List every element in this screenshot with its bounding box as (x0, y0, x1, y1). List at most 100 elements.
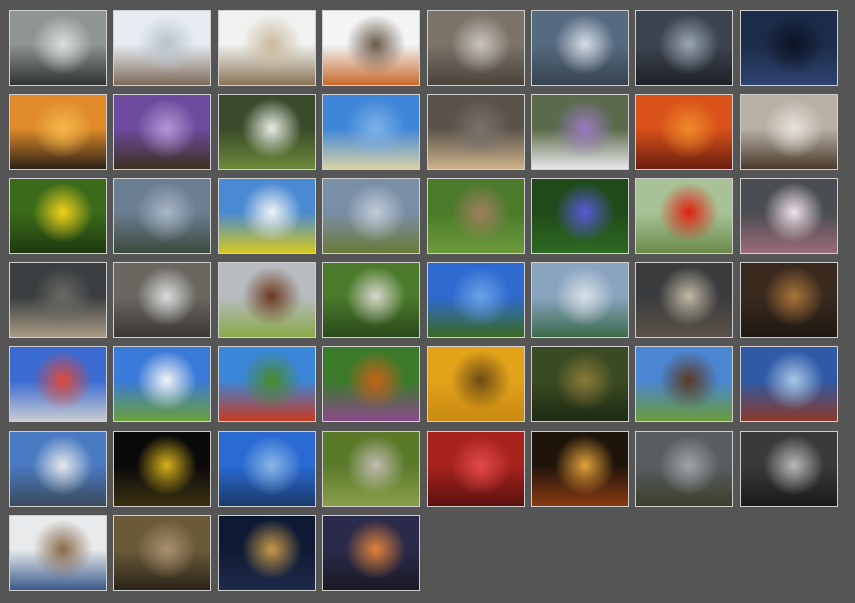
thumbnail-image (114, 11, 210, 85)
photo-thumbnail[interactable]: Boots and toys black and white (740, 431, 838, 507)
photo-thumbnail[interactable]: Jay in snow (9, 515, 107, 591)
thumbnail-image (636, 347, 732, 421)
photo-thumbnail[interactable]: Fountain on square (113, 262, 211, 338)
thumbnail-image (323, 179, 419, 253)
thumbnail-image (323, 516, 419, 590)
photo-thumbnail[interactable]: Blossoming twig (740, 94, 838, 170)
thumbnail-image (114, 179, 210, 253)
photo-thumbnail[interactable]: Purple crocus (113, 94, 211, 170)
thumbnail-image (636, 179, 732, 253)
thumbnail-image (114, 263, 210, 337)
photo-thumbnail[interactable]: Apple tree (218, 346, 316, 422)
thumbnail-image (323, 11, 419, 85)
photo-thumbnail[interactable]: Ice bubble on ice (531, 10, 629, 86)
thumbnail-image (636, 11, 732, 85)
photo-thumbnail[interactable]: Dandelion (9, 178, 107, 254)
photo-thumbnail[interactable]: Highland cow (635, 346, 733, 422)
photo-thumbnail[interactable]: Rock cliff by river (322, 262, 420, 338)
thumbnail-image (10, 95, 106, 169)
thumbnail-image (10, 516, 106, 590)
photo-thumbnail[interactable]: Tree with berries (531, 346, 629, 422)
photo-thumbnail[interactable]: Bare branches (113, 515, 211, 591)
thumbnail-image (532, 263, 628, 337)
photo-thumbnail[interactable]: Ducks in enclosure (9, 262, 107, 338)
thumbnail-image (114, 95, 210, 169)
photo-thumbnail[interactable]: Snow covered grass (218, 10, 316, 86)
thumbnail-image (219, 347, 315, 421)
thumbnail-image (219, 11, 315, 85)
photo-thumbnail[interactable]: Snowdrops (218, 94, 316, 170)
thumbnail-image (10, 11, 106, 85)
photo-thumbnail[interactable]: Catkin against blue sky (322, 94, 420, 170)
thumbnail-image (532, 432, 628, 506)
photo-thumbnail[interactable]: Castle on hill (427, 262, 525, 338)
photo-thumbnail[interactable]: Twig on bark (427, 94, 525, 170)
photo-thumbnail[interactable]: Icy water reflection (635, 10, 733, 86)
thumbnail-image (114, 516, 210, 590)
photo-thumbnail[interactable]: Greyhound on grass (427, 178, 525, 254)
photo-thumbnail[interactable]: Boat in harbour (9, 431, 107, 507)
photo-thumbnail[interactable]: Glass greenhouse (531, 262, 629, 338)
thumbnail-image (323, 95, 419, 169)
photo-thumbnail[interactable]: Night sky with moon (740, 10, 838, 86)
photo-thumbnail[interactable]: Red poppy (635, 178, 733, 254)
photo-thumbnail[interactable]: Lake reflection (218, 431, 316, 507)
photo-thumbnail[interactable]: Yellow plane on field (113, 346, 211, 422)
photo-thumbnail[interactable]: Pasque flower (531, 94, 629, 170)
photo-thumbnail[interactable]: Hanging lanterns (9, 346, 107, 422)
photo-thumbnail[interactable]: Sunset over hills (9, 94, 107, 170)
photo-thumbnail[interactable]: Yellow leaves at night (113, 431, 211, 507)
thumbnail-image (428, 263, 524, 337)
photo-thumbnail[interactable]: Robin in snow (322, 10, 420, 86)
thumbnail-image (532, 11, 628, 85)
thumbnail-image (323, 263, 419, 337)
photo-thumbnail[interactable]: Rainbow over landscape (322, 178, 420, 254)
photo-thumbnail[interactable]: Tower at night (218, 515, 316, 591)
thumbnail-image (741, 432, 837, 506)
photo-thumbnail[interactable]: Cafe interior (740, 262, 838, 338)
photo-thumbnail[interactable]: Dusk with silhouette trees (322, 515, 420, 591)
photo-thumbnail[interactable]: Coneflower with bee (322, 346, 420, 422)
thumbnail-image (219, 179, 315, 253)
photo-thumbnail[interactable]: Overcast landscape (635, 431, 733, 507)
thumbnail-image (428, 95, 524, 169)
thumbnail-image (219, 263, 315, 337)
photo-gallery-grid: Snowy riverbank with treesFrosted branch… (0, 0, 855, 603)
photo-thumbnail[interactable]: Christmas lights (531, 431, 629, 507)
photo-thumbnail[interactable]: Orange tulip (635, 94, 733, 170)
thumbnail-image (219, 432, 315, 506)
thumbnail-image (532, 95, 628, 169)
thumbnail-image (532, 179, 628, 253)
thumbnail-image (428, 347, 524, 421)
photo-thumbnail[interactable]: Red autumn leaves (427, 431, 525, 507)
thumbnail-image (741, 11, 837, 85)
thumbnail-image (741, 347, 837, 421)
photo-thumbnail[interactable]: Clouds over rapeseed field (218, 178, 316, 254)
thumbnail-image (10, 347, 106, 421)
thumbnail-image (636, 263, 732, 337)
photo-thumbnail[interactable]: Alpaca portrait (218, 262, 316, 338)
photo-thumbnail[interactable]: Pink blossom (740, 178, 838, 254)
thumbnail-image (636, 95, 732, 169)
photo-thumbnail[interactable]: Frozen plant (427, 10, 525, 86)
thumbnail-image (10, 179, 106, 253)
thumbnail-image (428, 179, 524, 253)
thumbnail-image (741, 263, 837, 337)
thumbnail-image (10, 432, 106, 506)
photo-thumbnail[interactable]: Snowy riverbank with trees (9, 10, 107, 86)
photo-thumbnail[interactable]: Sunflower close up (427, 346, 525, 422)
thumbnail-image (532, 347, 628, 421)
photo-thumbnail[interactable]: Cloudy sky over field (113, 178, 211, 254)
thumbnail-image (323, 432, 419, 506)
thumbnail-image (428, 11, 524, 85)
photo-thumbnail[interactable]: Concert hall building (740, 346, 838, 422)
thumbnail-image (114, 347, 210, 421)
photo-thumbnail[interactable]: Blue cornflower (531, 178, 629, 254)
thumbnail-image (741, 95, 837, 169)
photo-thumbnail[interactable]: Sheep on meadow (322, 431, 420, 507)
thumbnail-image (741, 179, 837, 253)
photo-thumbnail[interactable]: Bird in enclosure (635, 262, 733, 338)
photo-thumbnail[interactable]: Frosted branches (113, 10, 211, 86)
thumbnail-image (10, 263, 106, 337)
thumbnail-image (114, 432, 210, 506)
